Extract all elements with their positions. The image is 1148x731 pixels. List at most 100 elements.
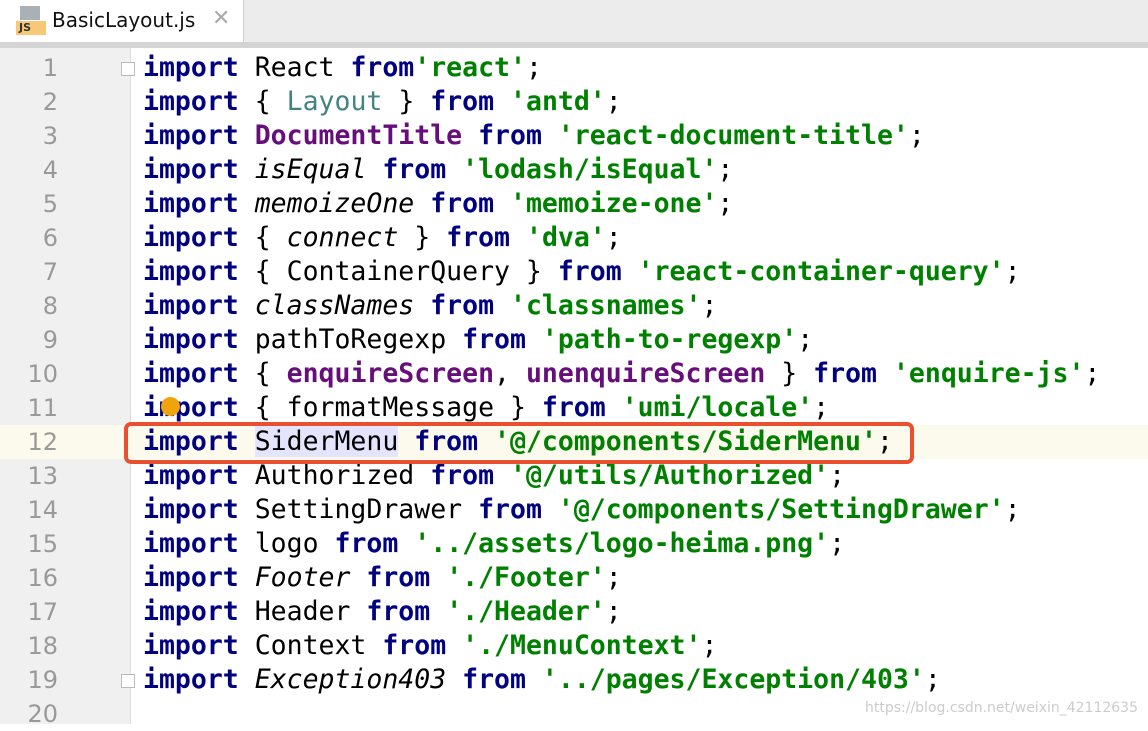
code-token: classNames	[254, 290, 415, 321]
code-token: 'antd'	[510, 86, 606, 117]
code-token: from	[430, 86, 495, 117]
breakpoint-hint-icon[interactable]	[161, 397, 180, 416]
code-editor[interactable]: 1 import React from'react'; 2 import { Layo…	[0, 51, 1148, 731]
code-token: Layout	[286, 86, 383, 117]
line-number: 6	[42, 224, 58, 252]
code-line[interactable]: 5 import memoizeOne from 'memoize-one';	[0, 187, 1148, 221]
code-token: Header	[254, 596, 367, 627]
code-token: import	[143, 596, 239, 627]
code-line[interactable]: 19 import Exception403 from '../pages/Exc…	[0, 663, 1148, 697]
code-token: Exception403	[254, 664, 447, 695]
code-token: from	[382, 630, 447, 661]
code-token: from	[446, 664, 526, 695]
code-token: {	[254, 86, 287, 117]
code-line[interactable]: 6 import { connect } from 'dva';	[0, 221, 1148, 255]
line-number: 18	[27, 632, 58, 660]
code-token: from	[478, 494, 542, 525]
line-number: 5	[42, 190, 58, 218]
code-line[interactable]: 10 import { enquireScreen, unenquireScree…	[0, 357, 1148, 391]
line-number: 7	[42, 258, 58, 286]
code-line[interactable]: 9 import pathToRegexp from 'path-to-regex…	[0, 323, 1148, 357]
code-token: }	[765, 358, 814, 389]
line-number: 2	[42, 88, 58, 116]
code-token: from	[350, 52, 415, 83]
code-token: '@/components/SettingDrawer'	[557, 494, 1005, 525]
code-token: memoizeOne	[254, 188, 415, 219]
code-line[interactable]: 7 import { ContainerQuery } from 'react-c…	[0, 255, 1148, 289]
code-token: }	[382, 86, 431, 117]
code-line[interactable]: 18 import Context from './MenuContext';	[0, 629, 1148, 663]
code-text: import { formatMessage } from 'umi/local…	[143, 391, 829, 425]
close-icon[interactable]: ✕	[212, 6, 230, 31]
code-line[interactable]: 13 import Authorized from '@/utils/Author…	[0, 459, 1148, 493]
code-line[interactable]: 15 import logo from '../assets/logo-heima…	[0, 527, 1148, 561]
editor-tab-bar: JS BasicLayout.js ✕	[0, 0, 1148, 48]
code-token: import	[143, 528, 239, 559]
code-line[interactable]: 8 import classNames from 'classnames';	[0, 289, 1148, 323]
code-token: ;	[605, 596, 622, 627]
code-token: ;	[717, 154, 734, 185]
code-token: '../assets/logo-heima.png'	[414, 528, 830, 559]
code-token: ;	[605, 222, 622, 253]
code-token: 'react-document-title'	[557, 120, 909, 151]
code-token: }	[398, 222, 447, 253]
code-token: { ContainerQuery }	[254, 256, 558, 287]
code-line[interactable]: 1 import React from'react';	[0, 51, 1148, 85]
code-token: 'lodash/isEqual'	[462, 154, 718, 185]
code-token: from	[350, 562, 431, 593]
code-token: import	[143, 222, 239, 253]
code-text: import Header from './Header';	[143, 595, 622, 629]
line-number: 15	[27, 530, 58, 558]
code-text: import DocumentTitle from 'react-documen…	[143, 119, 925, 153]
code-token: Footer	[254, 562, 351, 593]
code-token: React	[254, 52, 351, 83]
code-token: import	[143, 188, 239, 219]
code-token: DocumentTitle	[254, 120, 463, 151]
code-token: from	[430, 460, 495, 491]
code-line[interactable]: 16 import Footer from './Footer';	[0, 561, 1148, 595]
code-token: 'react-container-query'	[637, 256, 1005, 287]
code-token: ;	[813, 392, 830, 423]
code-line[interactable]: 4 import isEqual from 'lodash/isEqual';	[0, 153, 1148, 187]
code-line[interactable]: 17 import Header from './Header';	[0, 595, 1148, 629]
code-token: ;	[701, 290, 718, 321]
code-text: import SettingDrawer from '@/components/…	[143, 493, 1021, 527]
code-token: ;	[908, 120, 925, 151]
code-token: { formatMessage }	[254, 392, 542, 423]
code-token: import	[143, 460, 239, 491]
code-token: import	[143, 392, 239, 423]
fold-icon[interactable]	[121, 674, 135, 688]
code-token: 'path-to-regexp'	[541, 324, 798, 355]
code-token: from	[414, 290, 495, 321]
code-token: ;	[525, 52, 542, 83]
tab-label: BasicLayout.js	[52, 8, 196, 32]
code-token: isEqual	[254, 154, 367, 185]
code-text: import { ContainerQuery } from 'react-co…	[143, 255, 1021, 289]
code-token: ;	[1004, 256, 1021, 287]
code-token: ;	[605, 562, 622, 593]
code-token: import	[143, 494, 239, 525]
line-number: 17	[27, 598, 58, 626]
code-token: import	[143, 154, 239, 185]
code-line[interactable]: 2 import { Layout } from 'antd';	[0, 85, 1148, 119]
code-text: import isEqual from 'lodash/isEqual';	[143, 153, 733, 187]
code-text: import Footer from './Footer';	[143, 561, 622, 595]
code-token: from	[462, 120, 542, 151]
code-text: import pathToRegexp from 'path-to-regexp…	[143, 323, 813, 357]
code-token: import	[143, 120, 239, 151]
code-token: './Header'	[446, 596, 606, 627]
code-token: enquireScreen	[286, 358, 495, 389]
code-line[interactable]: 3 import DocumentTitle from 'react-docume…	[0, 119, 1148, 153]
tab-basiclayout[interactable]: JS BasicLayout.js ✕	[0, 0, 244, 42]
line-number: 1	[42, 54, 58, 82]
code-text: import React from'react';	[143, 51, 542, 85]
code-token: pathToRegexp	[254, 324, 463, 355]
line-number: 3	[42, 122, 58, 150]
code-token: '../pages/Exception/403'	[541, 664, 925, 695]
code-token: unenquireScreen	[525, 358, 766, 389]
fold-icon[interactable]	[121, 62, 135, 76]
code-token: SettingDrawer	[254, 494, 479, 525]
code-line[interactable]: 14 import SettingDrawer from '@/component…	[0, 493, 1148, 527]
code-token: from	[462, 324, 526, 355]
code-text: import memoizeOne from 'memoize-one';	[143, 187, 733, 221]
